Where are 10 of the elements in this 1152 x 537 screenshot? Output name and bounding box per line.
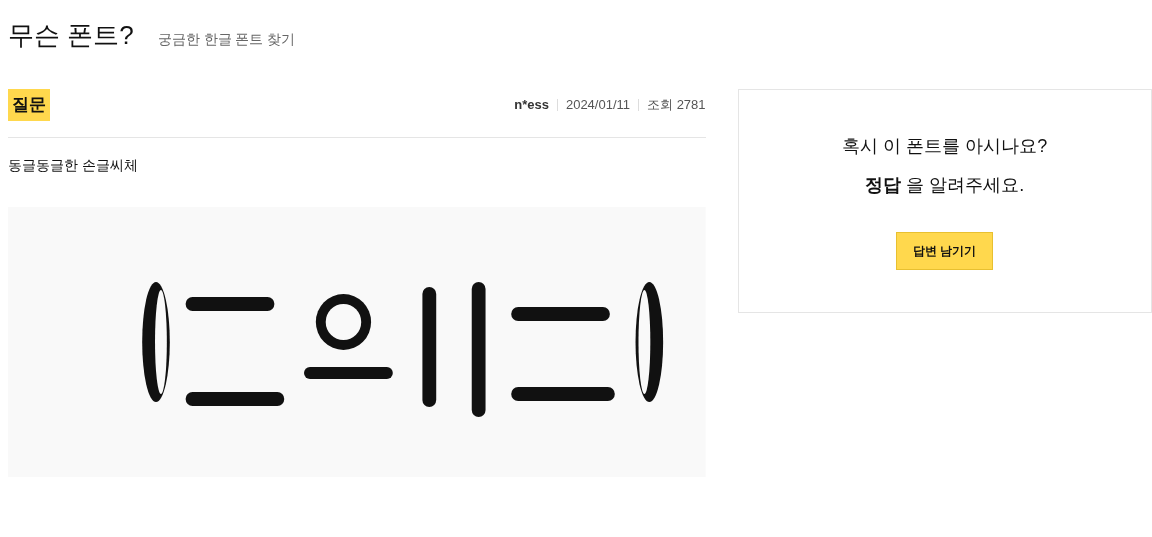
answer-button[interactable]: 답변 남기기 — [896, 232, 994, 270]
answer-question: 혹시 이 폰트를 아시나요? — [842, 135, 1048, 158]
view-count: 조회 2781 — [647, 96, 706, 114]
question-badge: 질문 — [8, 89, 50, 121]
post-body: 동글동글한 손글씨체 — [8, 155, 139, 175]
answer-prompt: 정답 을 알려주세요. — [865, 174, 1025, 197]
author-name: n*ess — [514, 96, 549, 114]
post-date: 2024/01/11 — [565, 96, 631, 114]
page-title: 무슨 폰트? — [8, 19, 134, 52]
page-subtitle: 궁금한 한글 폰트 찾기 — [157, 30, 296, 49]
